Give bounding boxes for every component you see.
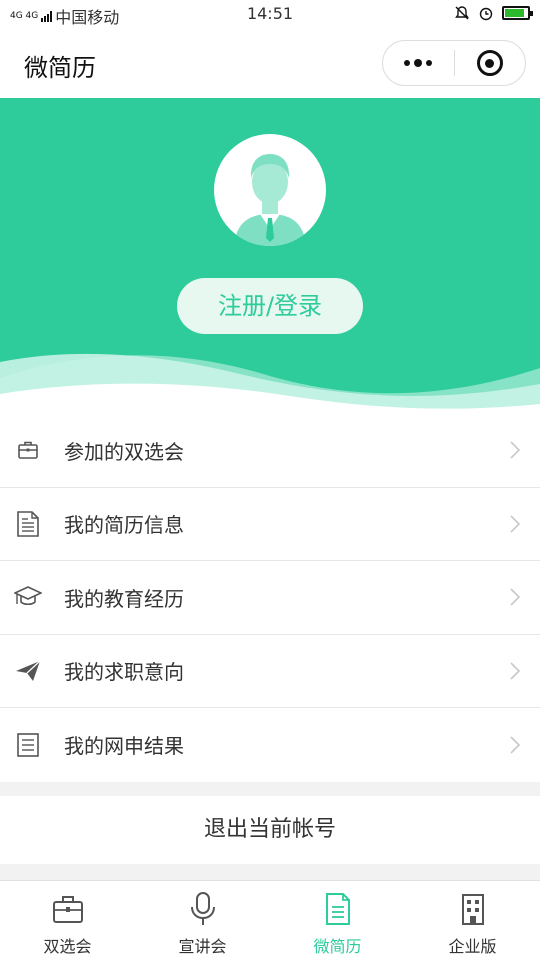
profile-menu: 参加的双选会 我的简历信息 我的教育经历 我的求职意向 我的网申结果 xyxy=(0,414,540,782)
login-register-button[interactable]: 注册/登录 xyxy=(177,278,363,334)
status-icons xyxy=(454,5,533,21)
menu-item-label: 我的简历信息 xyxy=(64,513,184,538)
chevron-right-icon xyxy=(510,588,520,606)
chevron-right-icon xyxy=(510,736,520,754)
chevron-right-icon xyxy=(510,515,520,533)
battery-fill xyxy=(505,9,524,17)
menu-item-label: 我的教育经历 xyxy=(64,586,184,611)
chevron-right-icon xyxy=(510,662,520,680)
tab-enterprise[interactable]: 企业版 xyxy=(405,881,540,960)
user-avatar-icon xyxy=(214,134,326,246)
profile-header: 注册/登录 xyxy=(0,98,540,418)
menu-item-label: 我的求职意向 xyxy=(64,660,184,685)
chevron-right-icon xyxy=(510,441,520,459)
list-icon xyxy=(14,731,42,759)
navigation-bar: 微简历 xyxy=(0,28,540,98)
paper-plane-icon xyxy=(14,657,42,685)
battery-icon xyxy=(502,6,533,20)
briefcase-icon xyxy=(51,891,85,927)
graduation-cap-icon xyxy=(14,583,42,611)
menu-item-label: 我的网申结果 xyxy=(64,734,184,759)
close-miniprogram-button[interactable] xyxy=(455,41,526,85)
wave-decoration xyxy=(0,353,540,418)
menu-item-application-results[interactable]: 我的网申结果 xyxy=(0,708,540,782)
briefcase-icon xyxy=(14,436,42,464)
tab-label: 双选会 xyxy=(43,937,92,956)
bell-mute-icon xyxy=(455,6,469,20)
tab-label: 微简历 xyxy=(313,937,362,956)
more-dots-icon[interactable] xyxy=(383,41,454,85)
document-icon xyxy=(14,510,42,538)
building-icon xyxy=(458,891,488,927)
tab-presentation[interactable]: 宣讲会 xyxy=(135,881,270,960)
tab-label: 企业版 xyxy=(448,937,497,956)
page-title: 微简历 xyxy=(24,54,96,82)
menu-item-label: 参加的双选会 xyxy=(64,439,184,464)
menu-item-job-intention[interactable]: 我的求职意向 xyxy=(0,635,540,708)
tab-job-fair[interactable]: 双选会 xyxy=(0,881,135,960)
alarm-icon xyxy=(479,7,493,21)
tab-bar: 双选会 宣讲会 微简历 企业版 xyxy=(0,880,540,960)
tab-label: 宣讲会 xyxy=(178,937,227,956)
menu-item-fairs[interactable]: 参加的双选会 xyxy=(0,414,540,488)
microphone-icon xyxy=(189,891,217,927)
status-bar: 4G 4G 中国移动 14:51 xyxy=(0,0,540,28)
menu-item-education[interactable]: 我的教育经历 xyxy=(0,561,540,635)
target-circle-icon xyxy=(476,50,503,76)
tab-micro-resume[interactable]: 微简历 xyxy=(270,881,405,960)
menu-capsule xyxy=(382,40,526,86)
document-icon xyxy=(324,891,352,927)
menu-item-resume[interactable]: 我的简历信息 xyxy=(0,488,540,561)
logout-button[interactable]: 退出当前帐号 xyxy=(0,796,540,864)
